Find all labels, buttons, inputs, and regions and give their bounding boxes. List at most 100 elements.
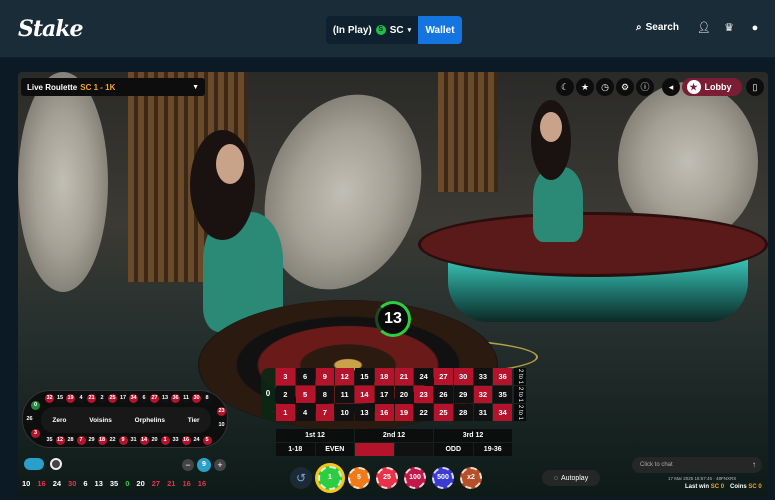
racetrack-number[interactable]: 6 — [139, 394, 149, 403]
racetrack-number[interactable]: 10 — [217, 421, 226, 430]
racetrack-number[interactable]: 27 — [150, 394, 159, 403]
column-bet-top[interactable]: 2 to 1 — [514, 368, 526, 385]
bet-number-cell[interactable]: 16 — [374, 404, 394, 421]
racetrack-number[interactable]: 35 — [45, 436, 54, 445]
racetrack-number[interactable]: 16 — [181, 436, 191, 445]
autoplay-button[interactable]: ◌ Autoplay — [542, 470, 600, 486]
bet-black[interactable] — [394, 443, 433, 456]
bet-number-cell[interactable]: 20 — [394, 386, 414, 403]
wallet-button[interactable]: Wallet — [418, 16, 462, 44]
bet-number-cell[interactable]: 21 — [394, 368, 414, 385]
racetrack-number[interactable]: 8 — [202, 394, 212, 403]
bet-number-cell[interactable]: 2 — [276, 386, 295, 403]
bet-number-cell[interactable]: 9 — [315, 368, 335, 385]
racetrack-number[interactable]: 23 — [217, 407, 226, 416]
racetrack-number[interactable]: 11 — [181, 394, 191, 403]
racetrack-number[interactable]: 22 — [108, 436, 117, 445]
racetrack-number[interactable]: 28 — [66, 436, 75, 445]
racetrack-number[interactable]: 2 — [97, 394, 107, 403]
chip-1[interactable]: 1 — [318, 466, 342, 490]
stepper-plus-button[interactable]: + — [214, 459, 226, 471]
bet-number-cell[interactable]: 12 — [335, 368, 354, 385]
user-icon[interactable]: 👤︎ — [697, 21, 711, 35]
balance-selector[interactable]: (In Play) S SC ▾ — [326, 16, 418, 44]
bet-number-cell[interactable]: 14 — [355, 386, 374, 403]
chat-input[interactable]: Click to chat ↑ — [632, 457, 762, 473]
racetrack-number[interactable]: 21 — [87, 394, 96, 403]
undo-icon[interactable]: ↺ — [290, 467, 312, 489]
bet-2nd-12[interactable]: 2nd 12 — [355, 429, 433, 442]
bet-number-cell[interactable]: 28 — [453, 404, 473, 421]
bet-number-cell[interactable]: 19 — [394, 404, 414, 421]
lobby-button[interactable]: ★ Lobby — [682, 78, 742, 96]
racetrack-orphelins[interactable]: Orphelins — [135, 417, 165, 424]
stepper-minus-button[interactable]: − — [182, 459, 194, 471]
column-bet-bottom[interactable]: 2 to 1 — [514, 404, 526, 421]
racetrack-number[interactable]: 1 — [160, 436, 170, 445]
bet-number-cell[interactable]: 6 — [295, 368, 315, 385]
bet-number-cell[interactable]: 30 — [453, 368, 473, 385]
racetrack-number[interactable]: 32 — [45, 394, 54, 403]
racetrack-number[interactable]: 17 — [118, 394, 128, 403]
racetrack-number[interactable]: 30 — [192, 394, 201, 403]
chip-25[interactable]: 25 — [376, 467, 398, 489]
bet-number-cell[interactable]: 7 — [315, 404, 335, 421]
racetrack-zero[interactable]: Zero — [52, 417, 66, 424]
stake-logo[interactable]: Stake — [18, 16, 84, 42]
bet-number-cell[interactable]: 8 — [315, 386, 335, 403]
chat-icon[interactable]: ● — [748, 21, 762, 35]
bet-number-cell[interactable]: 5 — [295, 386, 315, 403]
bet-number-cell[interactable]: 10 — [335, 404, 354, 421]
bet-number-cell[interactable]: 23 — [414, 386, 433, 403]
racetrack-number[interactable]: 13 — [160, 394, 170, 403]
racetrack-number[interactable]: 5 — [202, 436, 212, 445]
racetrack-number[interactable]: 24 — [192, 436, 201, 445]
bet-number-cell[interactable]: 4 — [295, 404, 315, 421]
bet-number-cell[interactable]: 32 — [473, 386, 493, 403]
clock-icon[interactable]: ◷ — [596, 78, 614, 96]
bet-number-cell[interactable]: 13 — [355, 404, 374, 421]
bet-even[interactable]: EVEN — [315, 443, 354, 456]
racetrack-number[interactable]: 20 — [150, 436, 159, 445]
racetrack-tier[interactable]: Tier — [188, 417, 200, 424]
bet-number-cell[interactable]: 3 — [276, 368, 295, 385]
bet-number-cell[interactable]: 31 — [473, 404, 493, 421]
racetrack-number[interactable]: 15 — [55, 394, 65, 403]
bet-red[interactable] — [355, 443, 394, 456]
bet-number-cell[interactable]: 22 — [414, 404, 433, 421]
racetrack-number[interactable]: 14 — [139, 436, 149, 445]
bet-number-cell[interactable]: 1 — [276, 404, 295, 421]
racetrack-toggle[interactable] — [24, 458, 44, 470]
racetrack-number[interactable]: 7 — [76, 436, 86, 445]
racetrack-bet-panel[interactable]: 32 15 19 4 21 2 25 17 34 6 27 13 36 11 30 8 35 12 28 7 29 18 2… — [22, 390, 228, 448]
racetrack-number[interactable]: 19 — [66, 394, 75, 403]
bet-1st-12[interactable]: 1st 12 — [276, 429, 354, 442]
view-toggle[interactable] — [50, 458, 62, 470]
bet-odd[interactable]: ODD — [434, 443, 473, 456]
racetrack-number[interactable]: 18 — [97, 436, 107, 445]
racetrack-number[interactable]: 4 — [76, 394, 86, 403]
racetrack-voisins[interactable]: Voisins — [89, 417, 112, 424]
bet-number-cell[interactable]: 11 — [335, 386, 354, 403]
info-icon[interactable]: ⓘ — [636, 78, 654, 96]
bet-3rd-12[interactable]: 3rd 12 — [434, 429, 512, 442]
chip-500[interactable]: 500 — [432, 467, 454, 489]
bet-number-cell[interactable]: 35 — [493, 386, 512, 403]
bet-number-cell[interactable]: 34 — [493, 404, 512, 421]
racetrack-number[interactable]: 34 — [129, 394, 138, 403]
search-button[interactable]: ⌕ Search — [636, 22, 679, 33]
chip-x2[interactable]: x2 — [460, 467, 482, 489]
chip-100[interactable]: 100 — [404, 467, 426, 489]
bet-19-36[interactable]: 19-36 — [473, 443, 512, 456]
bet-number-cell[interactable]: 18 — [374, 368, 394, 385]
racetrack-number[interactable]: 0 — [31, 401, 40, 410]
bet-number-cell[interactable]: 17 — [374, 386, 394, 403]
racetrack-number[interactable]: 31 — [129, 436, 138, 445]
column-bet-middle[interactable]: 2 to 1 — [514, 386, 526, 403]
chip-5[interactable]: 5 — [348, 467, 370, 489]
bet-number-cell[interactable]: 15 — [355, 368, 374, 385]
racetrack-number[interactable]: 3 — [31, 429, 40, 438]
bet-number-cell[interactable]: 24 — [414, 368, 433, 385]
settings-icon[interactable]: ⚙ — [616, 78, 634, 96]
bet-number-cell[interactable]: 33 — [473, 368, 493, 385]
